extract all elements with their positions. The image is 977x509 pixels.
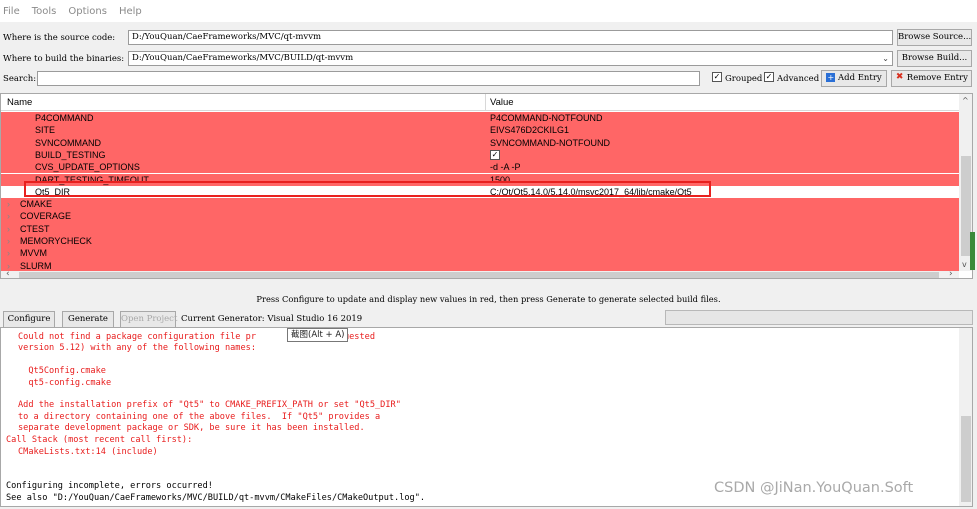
output-configuring-incomplete: Configuring incomplete, errors occurred! — [6, 481, 213, 491]
expand-arrow-icon[interactable]: › — [7, 210, 10, 222]
source-path-input[interactable]: D:/YouQuan/CaeFrameworks/MVC/qt-mvvm — [128, 30, 893, 45]
current-generator-label: Current Generator: Visual Studio 16 2019 — [181, 314, 363, 324]
tree-entry-row[interactable]: SITE EIVS476D2CKILG1 — [1, 124, 959, 137]
build-label: Where to build the binaries: — [3, 54, 125, 64]
tree-entry-row[interactable]: SVNCOMMAND SVNCOMMAND-NOTFOUND — [1, 136, 959, 149]
advanced-label: Advanced — [777, 74, 820, 84]
add-entry-button[interactable]: + Add Entry — [821, 70, 887, 87]
generate-button[interactable]: Generate — [62, 311, 114, 328]
grouped-checkbox[interactable]: ✓ — [712, 72, 722, 82]
tree-group-row[interactable]: › COVERAGE — [1, 210, 959, 223]
expand-arrow-icon[interactable]: › — [7, 235, 10, 247]
chevron-down-icon[interactable]: ⌄ — [882, 52, 889, 65]
csdn-watermark: CSDN @JiNan.YouQuan.Soft — [714, 480, 914, 496]
expand-arrow-icon[interactable]: › — [7, 198, 10, 210]
output-see-also: See also "D:/YouQuan/CaeFrameworks/MVC/B… — [6, 493, 426, 503]
entry-name: CMAKE — [20, 199, 53, 210]
expand-arrow-icon[interactable]: › — [7, 247, 10, 259]
output-scroll-thumb[interactable] — [961, 416, 971, 502]
qt5-dir-highlight-box — [24, 181, 711, 197]
entry-name: SITE — [35, 125, 56, 136]
expand-arrow-icon[interactable]: › — [7, 223, 10, 235]
progress-bar — [665, 310, 973, 325]
tree-group-row[interactable]: › CMAKE — [1, 198, 959, 211]
entry-value[interactable]: EIVS476D2CKILG1 — [490, 124, 569, 136]
horizontal-scroll-thumb[interactable] — [19, 272, 939, 278]
tree-header: Name Value — [1, 94, 959, 111]
status-message: Press Configure to update and display ne… — [256, 294, 721, 304]
entry-checkbox[interactable]: ✓ — [490, 149, 500, 160]
scroll-left-icon[interactable]: ‹ — [6, 269, 10, 278]
source-label: Where is the source code: — [3, 33, 116, 43]
scroll-down-icon[interactable]: v — [962, 260, 967, 269]
menu-options[interactable]: Options — [68, 6, 107, 17]
remove-entry-label: Remove Entry — [906, 73, 968, 83]
value-column-header[interactable]: Value — [490, 97, 514, 108]
menu-bar: File Tools Options Help — [0, 0, 977, 22]
menu-file[interactable]: File — [3, 6, 20, 17]
entry-name: COVERAGE — [20, 211, 72, 222]
entry-value[interactable]: -d -A -P — [490, 161, 521, 173]
tree-group-row[interactable]: › MEMORYCHECK — [1, 235, 959, 248]
remove-icon: ✖ — [895, 72, 904, 82]
grouped-label: Grouped — [725, 74, 763, 84]
entry-name: CTEST — [20, 223, 50, 234]
entry-name: P4COMMAND — [35, 113, 94, 123]
menu-tools[interactable]: Tools — [32, 6, 57, 17]
output-vertical-scrollbar[interactable] — [959, 328, 972, 506]
tree-group-row[interactable]: › MVVM — [1, 247, 959, 260]
scroll-up-icon[interactable]: ^ — [962, 96, 969, 105]
side-scroll-indicator — [970, 232, 975, 270]
output-call-stack-header: Call Stack (most recent call first): — [6, 435, 193, 445]
browse-source-button[interactable]: Browse Source... — [897, 29, 972, 46]
menu-help[interactable]: Help — [119, 6, 142, 17]
advanced-checkbox[interactable]: ✓ — [764, 72, 774, 82]
tree-horizontal-scrollbar[interactable]: ‹ › — [1, 269, 959, 278]
output-error-block: Could not find a package configuration f… — [18, 332, 401, 434]
screenshot-tooltip: 截图(Alt + A) — [287, 328, 348, 342]
plus-icon: + — [826, 73, 836, 82]
tree-entry-row[interactable]: P4COMMAND P4COMMAND-NOTFOUND — [1, 112, 959, 125]
tree-entry-row[interactable]: CVS_UPDATE_OPTIONS -d -A -P — [1, 161, 959, 174]
build-path-combo[interactable]: D:/YouQuan/CaeFrameworks/MVC/BUILD/qt-mv… — [128, 51, 893, 66]
tree-group-row[interactable]: › CTEST — [1, 222, 959, 235]
entry-value[interactable]: P4COMMAND-NOTFOUND — [490, 112, 603, 124]
name-column-header[interactable]: Name — [7, 97, 32, 108]
entry-name: SLURM — [20, 260, 52, 271]
entry-name: BUILD_TESTING — [35, 149, 106, 160]
search-label: Search: — [3, 74, 37, 84]
add-entry-label: Add Entry — [838, 73, 882, 83]
search-input[interactable] — [37, 71, 700, 86]
open-project-button[interactable]: Open Project — [120, 311, 177, 328]
entry-name: MEMORYCHECK — [20, 236, 92, 246]
output-call-stack-line: CMakeLists.txt:14 (include) — [18, 447, 158, 457]
remove-entry-button[interactable]: ✖ Remove Entry — [891, 70, 972, 87]
entry-name: MVVM — [20, 248, 47, 259]
scroll-right-icon[interactable]: › — [949, 269, 953, 278]
browse-build-button[interactable]: Browse Build... — [897, 50, 972, 67]
build-path-value: D:/YouQuan/CaeFrameworks/MVC/BUILD/qt-mv… — [132, 53, 354, 63]
configure-button[interactable]: Configure — [3, 311, 55, 328]
entry-name: SVNCOMMAND — [35, 137, 102, 148]
entry-name: CVS_UPDATE_OPTIONS — [35, 162, 140, 173]
tree-entry-row[interactable]: BUILD_TESTING ✓ — [1, 148, 959, 162]
entry-value[interactable]: SVNCOMMAND-NOTFOUND — [490, 137, 610, 149]
